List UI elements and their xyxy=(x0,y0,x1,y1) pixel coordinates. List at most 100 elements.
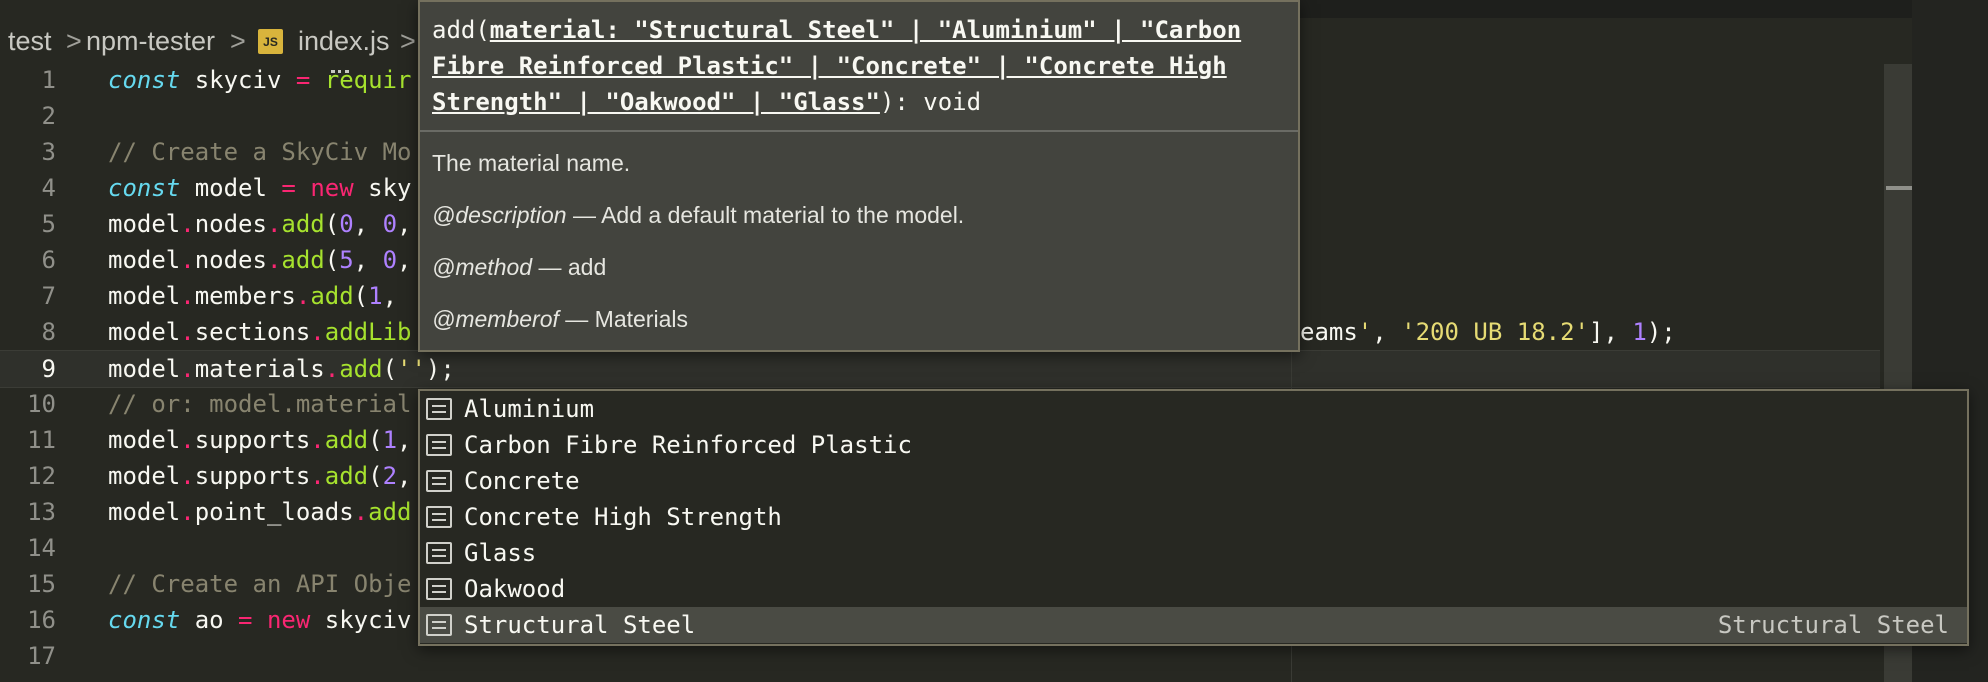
autocomplete-suggestions[interactable]: Aluminium Carbon Fibre Reinforced Plastic… xyxy=(418,389,1969,646)
line-number: 8 xyxy=(41,318,56,346)
function-signature: add(material: "Structural Steel" | "Alum… xyxy=(432,12,1282,120)
code-token: model xyxy=(108,318,181,346)
line-code[interactable]: // Create an API Obje xyxy=(108,566,411,602)
suggestion-item[interactable]: Concrete xyxy=(420,463,1967,499)
code-token: sky xyxy=(353,174,412,202)
code-token: 0 xyxy=(382,210,398,238)
code-token: add xyxy=(281,210,325,238)
code-token: ao xyxy=(180,606,239,634)
code-token: = xyxy=(281,174,296,202)
code-token: ( xyxy=(324,246,340,274)
code-token: add xyxy=(281,246,325,274)
code-token: addLib xyxy=(324,318,412,346)
code-token: , xyxy=(397,426,412,454)
text-icon xyxy=(426,578,452,600)
suggestion-item[interactable]: Carbon Fibre Reinforced Plastic xyxy=(420,427,1967,463)
line-number: 13 xyxy=(27,498,56,526)
suggestion-label: Structural Steel xyxy=(464,611,696,639)
suggestion-item[interactable]: Oakwood xyxy=(420,571,1967,607)
scrollbar-cursor-marker xyxy=(1886,186,1912,190)
code-token: '' xyxy=(397,355,426,383)
code-token: materials xyxy=(194,355,325,383)
line-code[interactable]: // Create a SkyCiv Mo xyxy=(108,134,411,170)
code-token: // Create an API Obje xyxy=(108,570,412,598)
line-number: 10 xyxy=(27,390,56,418)
line-number: 2 xyxy=(41,102,56,130)
line-code[interactable]: model.sections.addLib xyxy=(108,314,411,350)
code-token: . xyxy=(266,210,282,238)
suggestion-item[interactable]: Glass xyxy=(420,535,1967,571)
suggestion-label: Concrete High Strength xyxy=(464,503,782,531)
javascript-file-icon: JS xyxy=(258,29,283,54)
code-token: model xyxy=(108,462,181,490)
code-token: . xyxy=(180,426,195,454)
suggestion-label: Oakwood xyxy=(464,575,566,603)
line-code[interactable]: model.members.add(1, xyxy=(108,278,397,314)
code-token: . xyxy=(310,462,325,490)
code-token: supports xyxy=(194,462,311,490)
chevron-right-icon: > xyxy=(66,26,82,56)
code-token: point_loads xyxy=(194,498,354,526)
text-icon xyxy=(426,614,452,636)
code-token: . xyxy=(310,318,325,346)
code-token: const xyxy=(108,606,181,634)
doc-tag-method: @method — add xyxy=(432,254,607,280)
breadcrumb-item-test[interactable]: test xyxy=(8,26,52,57)
code-token: nodes xyxy=(194,210,267,238)
line-number: 1 xyxy=(41,66,56,94)
code-token: add xyxy=(324,426,369,454)
suggestion-item[interactable]: Structural Steel Structural Steel xyxy=(420,607,1967,643)
code-token: . xyxy=(324,355,340,383)
code-token: 0 xyxy=(382,246,398,274)
line-code-tail: eams', '200 UB 18.2'], 1); xyxy=(1300,314,1676,350)
line-number: 4 xyxy=(41,174,56,202)
suggestion-label: Aluminium xyxy=(464,395,595,423)
code-token: model xyxy=(108,210,181,238)
line-code[interactable]: const model = new sky xyxy=(108,170,411,206)
chevron-right-icon: > xyxy=(400,26,416,56)
code-token: sections xyxy=(194,318,311,346)
code-token: // Create a SkyCiv Mo xyxy=(108,138,412,166)
signature-suffix: ): void xyxy=(879,88,982,116)
code-token: ); xyxy=(425,355,455,383)
suggestion-item[interactable]: Aluminium xyxy=(420,391,1967,427)
code-token: const xyxy=(108,66,181,94)
suggestion-item[interactable]: Concrete High Strength xyxy=(420,499,1967,535)
code-token: 1 xyxy=(368,282,383,310)
code-token: , xyxy=(353,210,383,238)
line-number: 15 xyxy=(27,570,56,598)
code-token: 1 xyxy=(1632,318,1647,346)
code-token: const xyxy=(108,174,181,202)
text-icon xyxy=(426,434,452,456)
line-code[interactable]: model.supports.add(2, xyxy=(108,458,411,494)
breadcrumb-item-npm-tester[interactable]: npm-tester xyxy=(86,26,215,57)
line-code[interactable]: model.nodes.add(0, 0, xyxy=(108,206,411,242)
code-token: = xyxy=(295,66,311,94)
code-token: skyciv xyxy=(310,606,412,634)
line-number: 6 xyxy=(41,246,56,274)
parameter-doc: The material name. xyxy=(432,150,631,176)
line-code[interactable]: const ao = new skyciv xyxy=(108,602,411,638)
breadcrumb-item-index-js[interactable]: index.js xyxy=(298,26,390,57)
line-code[interactable]: model.nodes.add(5, 0, xyxy=(108,242,411,278)
line-code[interactable]: model.supports.add(1, xyxy=(108,422,411,458)
code-token: model xyxy=(108,498,181,526)
line-code[interactable]: const skyciv = requir xyxy=(108,62,411,98)
line-code[interactable]: model.materials.add(''); xyxy=(108,351,455,387)
code-token: ( xyxy=(368,426,383,454)
code-token: add xyxy=(368,498,412,526)
code-token: ( xyxy=(353,282,369,310)
line-number: 14 xyxy=(27,534,56,562)
line-code[interactable]: // or: model.material xyxy=(108,386,411,422)
code-token: model xyxy=(108,282,181,310)
text-icon xyxy=(426,398,452,420)
line-code[interactable]: model.point_loads.add xyxy=(108,494,411,530)
code-token: . xyxy=(180,318,195,346)
code-line[interactable]: 9 model.materials.add(''); xyxy=(0,350,1880,388)
code-token: members xyxy=(194,282,296,310)
code-editor[interactable]: test > npm-tester > JS index.js > 1 const… xyxy=(0,0,1988,682)
code-token: ], xyxy=(1589,318,1633,346)
line-number: 7 xyxy=(41,282,56,310)
